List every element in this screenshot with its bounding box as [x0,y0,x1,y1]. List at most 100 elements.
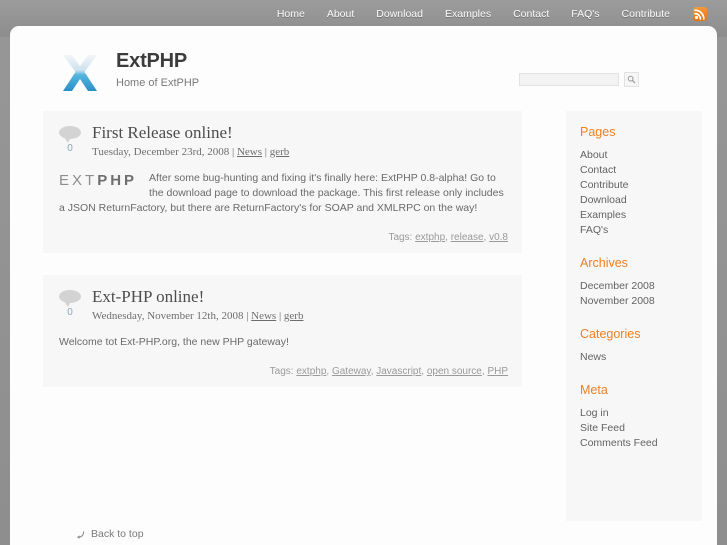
post-body-text: Welcome tot Ext-PHP.org, the new PHP gat… [59,336,289,348]
sidebar-item-log-in[interactable]: Log in [580,406,609,421]
sidebar-item-download[interactable]: Download [580,193,627,208]
tag-link[interactable]: extphp [415,232,445,243]
post-tags: Tags: extphp, Gateway, Javascript, open … [269,366,508,377]
sidebar-section-categories: Categories News [580,327,702,365]
search-input[interactable] [519,73,619,86]
comment-bubble-icon[interactable]: 0 [57,287,83,318]
post-meta-sep-1: | [243,310,252,322]
site-header: ExtPHP Home of ExtPHP [10,26,717,111]
back-to-top-arrow-icon [76,530,85,539]
post-item: 0 Ext-PHP online! Wednesday, November 12… [43,275,522,387]
tag-link[interactable]: open source [427,366,482,377]
sidebar-item-comments-feed[interactable]: Comments Feed [580,436,658,451]
post-title[interactable]: First Release online! [92,123,289,143]
site-branding[interactable]: ExtPHP Home of ExtPHP [58,50,199,94]
extphp-wordmark-icon: EXTPHP [59,173,137,189]
list-item: Download [580,193,702,208]
speech-bubble-shape [59,126,81,143]
page-title: ExtPHP [116,50,188,72]
list-item: December 2008 [580,279,702,294]
sidebar: Pages About Contact Contribute Download … [566,111,702,521]
list-item: Comments Feed [580,436,702,451]
topnav-item-download[interactable]: Download [365,0,434,28]
list-item: Examples [580,208,702,223]
list-item: Site Feed [580,421,702,436]
sidebar-section-title: Archives [580,256,628,270]
sidebar-list: December 2008 November 2008 [580,279,702,309]
topnav-item-about[interactable]: About [316,0,365,28]
sidebar-item-examples[interactable]: Examples [580,208,626,223]
back-to-top-link[interactable]: Back to top [76,528,144,540]
post-date: Wednesday, November 12th, 2008 [92,310,244,322]
sidebar-section-title: Categories [580,327,641,341]
x-logo-icon [58,51,102,95]
back-to-top-label: Back to top [91,528,144,540]
post-header: 0 Ext-PHP online! Wednesday, November 12… [57,287,508,323]
sidebar-item-november-2008[interactable]: November 2008 [580,294,655,309]
topnav-item-examples[interactable]: Examples [434,0,502,28]
list-item: Contact [580,163,702,178]
tags-label: Tags: [388,232,416,243]
sidebar-item-faqs[interactable]: FAQ's [580,223,608,238]
post-item: 0 First Release online! Tuesday, Decembe… [43,111,522,253]
post-category-link[interactable]: News [251,310,276,322]
post-body: Welcome tot Ext-PHP.org, the new PHP gat… [57,327,508,350]
tag-link[interactable]: PHP [487,366,508,377]
list-item: FAQ's [580,223,702,238]
comment-count: 0 [67,307,73,318]
post-meta-sep-2: | [276,310,284,322]
sidebar-section-archives: Archives December 2008 November 2008 [580,256,702,309]
list-item: News [580,350,702,365]
post-title-block: First Release online! Tuesday, December … [92,123,289,159]
sidebar-section-pages: Pages About Contact Contribute Download … [580,125,702,238]
comment-bubble-icon[interactable]: 0 [57,123,83,154]
sidebar-item-news[interactable]: News [580,350,606,365]
post-body: EXTPHP After some bug-hunting and fixing… [57,163,508,216]
post-title-block: Ext-PHP online! Wednesday, November 12th… [92,287,303,323]
post-category-link[interactable]: News [237,146,262,158]
post-meta-sep-1: | [229,146,237,158]
post-meta-sep-2: | [262,146,270,158]
post-date: Tuesday, December 23rd, 2008 [92,146,230,158]
tags-label: Tags: [269,366,297,377]
topnav-item-contact[interactable]: Contact [502,0,560,28]
list-item: About [580,148,702,163]
sidebar-item-contact[interactable]: Contact [580,163,616,178]
page-card: ExtPHP Home of ExtPHP 0 First Release on… [10,26,717,545]
tag-link[interactable]: extphp [296,366,326,377]
sidebar-list: Log in Site Feed Comments Feed [580,406,702,451]
post-title[interactable]: Ext-PHP online! [92,287,303,307]
post-author-link[interactable]: gerb [270,146,290,158]
list-item: November 2008 [580,294,702,309]
sidebar-item-about[interactable]: About [580,148,607,163]
sidebar-section-meta: Meta Log in Site Feed Comments Feed [580,383,702,451]
sidebar-item-december-2008[interactable]: December 2008 [580,279,655,294]
sidebar-section-title: Pages [580,125,616,139]
topnav-item-faqs[interactable]: FAQ's [560,0,610,28]
post-tags: Tags: extphp, release, v0.8 [388,232,508,243]
topnav-item-contribute[interactable]: Contribute [611,0,681,28]
sidebar-list: About Contact Contribute Download Exampl… [580,148,702,238]
sidebar-item-contribute[interactable]: Contribute [580,178,628,193]
list-item: Contribute [580,178,702,193]
post-header: 0 First Release online! Tuesday, Decembe… [57,123,508,159]
post-meta: Tuesday, December 23rd, 2008 | News | ge… [92,146,289,159]
main-column: 0 First Release online! Tuesday, Decembe… [43,111,522,540]
tag-link[interactable]: v0.8 [489,232,508,243]
post-meta: Wednesday, November 12th, 2008 | News | … [92,310,303,323]
search-button[interactable] [624,72,639,87]
search-form [519,72,639,87]
sidebar-section-title: Meta [580,383,608,397]
extphp-wordmark-light: EXT [59,172,98,189]
topnav-item-home[interactable]: Home [266,0,316,28]
post-author-link[interactable]: gerb [284,310,304,322]
sidebar-list: News [580,350,702,365]
site-description: Home of ExtPHP [116,77,200,89]
tag-link[interactable]: Javascript [376,366,421,377]
speech-bubble-shape [59,290,81,307]
sidebar-item-site-feed[interactable]: Site Feed [580,421,625,436]
tag-link[interactable]: Gateway [332,366,371,377]
extphp-wordmark-bold: PHP [97,172,138,189]
tag-link[interactable]: release [451,232,484,243]
rss-icon[interactable] [693,7,707,21]
